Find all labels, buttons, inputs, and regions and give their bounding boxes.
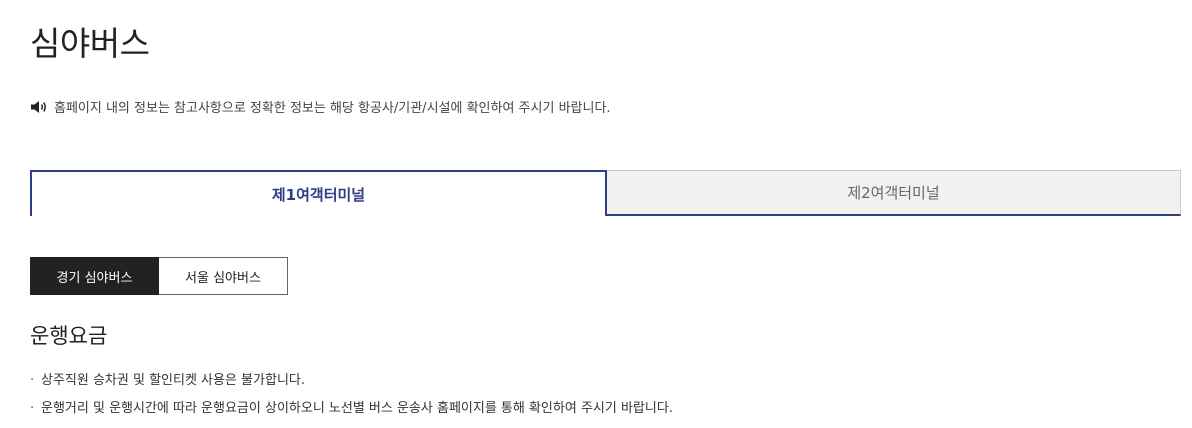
list-item: · 상주직원 승차권 및 할인티켓 사용은 불가합니다. <box>30 370 673 391</box>
terminal-tabs: 제1여객터미널 제2여객터미널 <box>30 170 1181 216</box>
notice-text: 홈페이지 내의 정보는 참고사항으로 정확한 정보는 해당 항공사/기관/시설에… <box>54 101 611 116</box>
tab-terminal-1-label: 제1여객터미널 <box>271 185 366 204</box>
bullet: · <box>30 373 35 388</box>
notice: 홈페이지 내의 정보는 참고사항으로 정확한 정보는 해당 항공사/기관/시설에… <box>30 97 611 116</box>
region-tabs: 경기 심야버스 서울 심야버스 <box>30 257 288 295</box>
tab-terminal-2[interactable]: 제2여객터미널 <box>607 170 1181 216</box>
tab-terminal-1[interactable]: 제1여객터미널 <box>30 170 607 216</box>
fare-section-title: 운행요금 <box>30 324 108 348</box>
list-item-text: 운행거리 및 운행시간에 따라 운행요금이 상이하오니 노선별 버스 운송사 홈… <box>41 401 673 416</box>
page-title: 심야버스 <box>30 24 150 63</box>
tab-seoul-night-bus[interactable]: 서울 심야버스 <box>159 257 288 295</box>
list-item: · 운행거리 및 운행시간에 따라 운행요금이 상이하오니 노선별 버스 운송사… <box>30 398 673 419</box>
fare-info-list: · 상주직원 승차권 및 할인티켓 사용은 불가합니다. · 운행거리 및 운행… <box>30 370 673 426</box>
bullet: · <box>30 401 35 416</box>
tab-terminal-2-label: 제2여객터미널 <box>847 184 940 202</box>
tab-gyeonggi-night-bus[interactable]: 경기 심야버스 <box>30 257 159 295</box>
list-item-text: 상주직원 승차권 및 할인티켓 사용은 불가합니다. <box>41 373 305 388</box>
speaker-icon <box>31 100 46 113</box>
